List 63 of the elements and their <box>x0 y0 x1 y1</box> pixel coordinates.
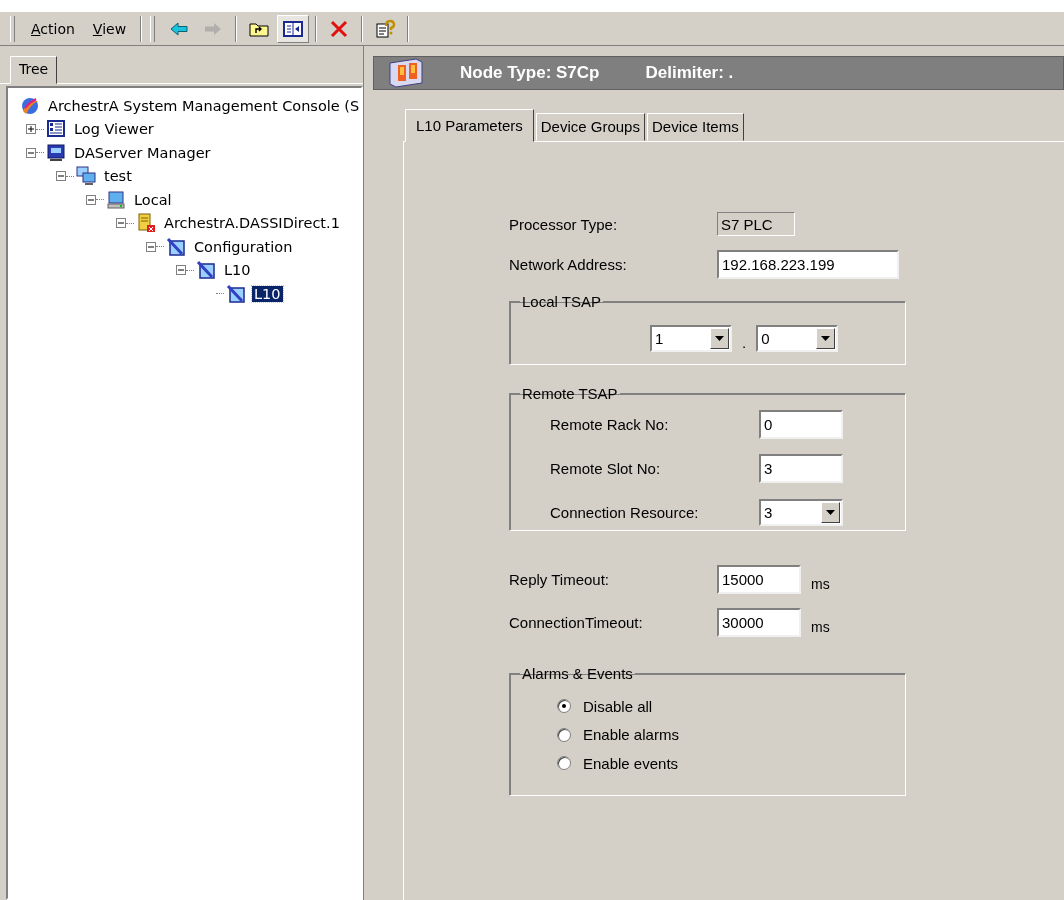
collapse-icon[interactable] <box>56 171 66 182</box>
group-title: Alarms & Events <box>521 665 634 682</box>
collapse-icon[interactable] <box>146 241 156 252</box>
pane-toggle-icon[interactable] <box>277 14 310 43</box>
radio-label[interactable]: Enable events <box>583 754 679 772</box>
tree-item[interactable]: Log Viewer <box>72 121 156 138</box>
input-field[interactable]: 0 <box>759 409 843 439</box>
tab[interactable]: Device Items <box>646 113 744 141</box>
collapse-icon[interactable] <box>176 265 186 276</box>
tree-item[interactable]: Local <box>132 191 174 208</box>
radio-label[interactable]: Enable alarms <box>583 726 679 744</box>
globe-icon <box>20 95 40 116</box>
server-monitor-icon <box>46 142 66 163</box>
tab[interactable]: Device Groups <box>535 113 645 141</box>
tree-item[interactable]: ArchestrA.DASSIDirect.1 <box>162 215 342 232</box>
tree-item[interactable]: DAServer Manager <box>72 144 213 161</box>
input-field[interactable]: 15000 <box>717 565 801 594</box>
readonly-field: S7 PLC <box>717 212 795 236</box>
caret-icon <box>715 336 724 341</box>
separator-text: . <box>742 334 747 351</box>
log-list-icon <box>46 119 66 140</box>
unit-label: ms <box>811 618 830 635</box>
tree-item[interactable]: ArchestrA System Management Console (S <box>46 97 361 114</box>
server-error-icon <box>136 213 156 234</box>
computer-icon <box>106 189 126 210</box>
field-label: ConnectionTimeout: <box>509 614 644 631</box>
node-type-label: Node Type: S7Cp <box>460 63 600 83</box>
caret-icon <box>821 336 831 341</box>
unit-label: ms <box>811 575 830 592</box>
caret-icon <box>826 509 835 515</box>
menu-item[interactable]: View <box>84 18 135 39</box>
input-field[interactable]: 192.168.223.199 <box>717 250 899 279</box>
tree-item[interactable]: L10 <box>222 262 253 279</box>
collapse-icon[interactable] <box>116 218 126 229</box>
collapse-icon[interactable] <box>26 147 36 158</box>
tab[interactable]: L10 Parameters <box>405 109 534 142</box>
device-rack-icon <box>386 57 426 89</box>
input-field[interactable]: 30000 <box>717 608 801 637</box>
tree-item[interactable]: test <box>102 168 134 185</box>
radio-button[interactable] <box>557 756 571 771</box>
radio-label[interactable]: Disable all <box>583 697 653 715</box>
field-label: Connection Resource: <box>550 503 700 521</box>
field-label: Processor Type: <box>509 215 619 233</box>
tree-item[interactable]: Configuration <box>192 238 295 255</box>
radio-button[interactable] <box>557 699 571 714</box>
field-label: Network Address: <box>509 256 628 273</box>
computers-icon <box>76 166 96 187</box>
collapse-icon[interactable] <box>86 194 96 205</box>
radio-button[interactable] <box>557 727 571 742</box>
delimiter-label: Delimiter: . <box>645 63 734 83</box>
field-label: Reply Timeout: <box>509 571 611 588</box>
tree-tab[interactable]: Tree <box>10 56 58 84</box>
expand-icon[interactable] <box>26 124 36 135</box>
dropdown[interactable]: 1 <box>650 325 732 352</box>
dropdown[interactable]: 0 <box>756 325 839 352</box>
group-title: Remote TSAP <box>521 385 619 402</box>
dropdown[interactable]: 3 <box>759 498 843 526</box>
tree-item[interactable]: L10 <box>252 285 283 302</box>
input-field[interactable]: 3 <box>759 453 843 483</box>
group-title: Local TSAP <box>521 293 602 310</box>
menu-item[interactable]: Action <box>23 18 83 39</box>
field-label: Remote Rack No: <box>550 415 670 433</box>
field-label: Remote Slot No: <box>550 459 662 477</box>
